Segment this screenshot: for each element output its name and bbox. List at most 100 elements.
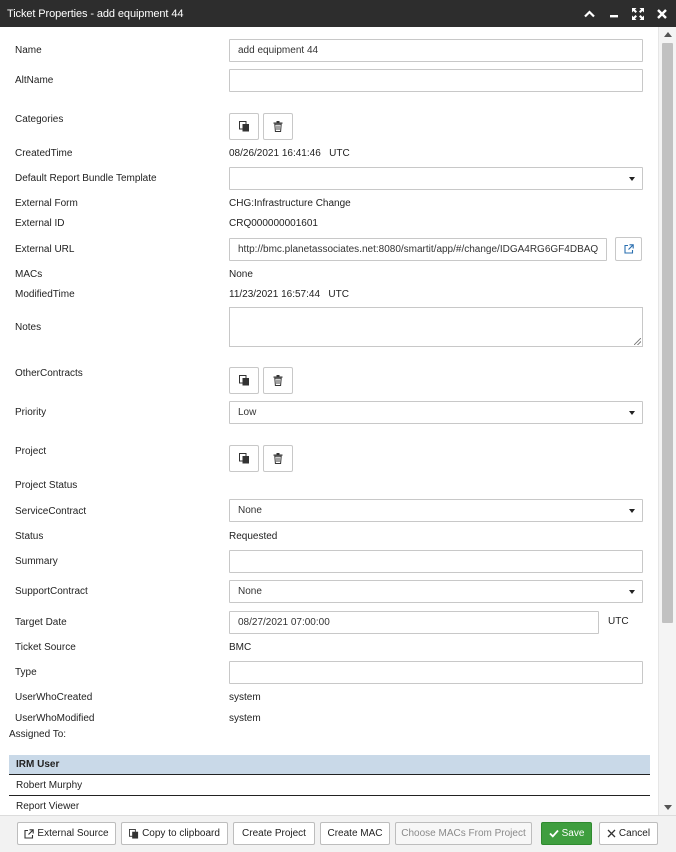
create-project-button[interactable]: Create Project xyxy=(233,822,315,845)
cancel-label: Cancel xyxy=(618,828,651,839)
cancel-button[interactable]: Cancel xyxy=(599,822,658,845)
vertical-scrollbar[interactable] xyxy=(658,27,676,815)
external-source-button[interactable]: External Source xyxy=(17,822,116,845)
service-contract-value: None xyxy=(238,505,262,516)
fullscreen-button[interactable] xyxy=(631,7,644,20)
project-delete-button[interactable] xyxy=(263,445,293,472)
copy-icon xyxy=(238,375,249,386)
close-icon xyxy=(656,8,667,19)
collapse-button[interactable] xyxy=(583,7,596,20)
create-mac-button[interactable]: Create MAC xyxy=(320,822,390,845)
resize-grip-icon[interactable] xyxy=(634,338,641,345)
title-bar: Ticket Properties - add equipment 44 xyxy=(0,0,676,27)
scroll-up-icon[interactable] xyxy=(664,32,672,37)
table-row[interactable]: Robert Murphy xyxy=(9,775,650,796)
external-form-value: CHG:Infrastructure Change xyxy=(229,198,351,209)
assigned-users-grid: IRM User Robert Murphy Report Viewer xyxy=(9,755,650,815)
external-link-icon xyxy=(623,244,634,254)
macs-label: MACs xyxy=(15,269,43,280)
external-form-label: External Form xyxy=(15,198,78,209)
target-date-label: Target Date xyxy=(15,617,67,628)
modified-time-label: ModifiedTime xyxy=(15,289,75,300)
external-id-label: External ID xyxy=(15,218,65,229)
project-status-label: Project Status xyxy=(15,480,78,491)
copy-to-clipboard-button[interactable]: Copy to clipboard xyxy=(121,822,228,845)
minimize-icon xyxy=(609,14,618,17)
other-contracts-copy-button[interactable] xyxy=(229,367,259,394)
scroll-down-icon[interactable] xyxy=(664,805,672,810)
other-contracts-label: OtherContracts xyxy=(15,368,83,379)
external-url-label: External URL xyxy=(15,244,75,255)
caret-down-icon xyxy=(629,590,635,594)
window-controls xyxy=(583,7,668,20)
service-contract-label: ServiceContract xyxy=(15,506,87,517)
status-value: Requested xyxy=(229,531,278,542)
minimize-button[interactable] xyxy=(607,7,620,20)
table-row[interactable]: Report Viewer xyxy=(9,796,650,815)
categories-label: Categories xyxy=(15,114,64,125)
categories-copy-button[interactable] xyxy=(229,113,259,140)
service-contract-select[interactable]: None xyxy=(229,499,643,522)
copy-icon xyxy=(238,121,249,132)
caret-down-icon xyxy=(629,411,635,415)
summary-label: Summary xyxy=(15,556,58,567)
support-contract-select[interactable]: None xyxy=(229,580,643,603)
notes-textarea[interactable] xyxy=(229,307,643,347)
external-source-label: External Source xyxy=(37,828,109,839)
user-who-modified-label: UserWhoModified xyxy=(15,713,95,724)
caret-down-icon xyxy=(629,509,635,513)
priority-select[interactable]: Low xyxy=(229,401,643,424)
modified-time-tz: UTC xyxy=(328,289,349,300)
default-report-bundle-select[interactable] xyxy=(229,167,643,190)
save-button[interactable]: Save xyxy=(541,822,592,845)
categories-delete-button[interactable] xyxy=(263,113,293,140)
altname-input[interactable] xyxy=(229,69,643,92)
trash-icon xyxy=(273,375,283,386)
external-url-input[interactable]: http://bmc.planetassociates.net:8080/sma… xyxy=(229,238,607,261)
ticket-source-label: Ticket Source xyxy=(15,642,76,653)
user-who-created-value: system xyxy=(229,692,261,703)
user-who-modified-value: system xyxy=(229,713,261,724)
caret-down-icon xyxy=(629,177,635,181)
macs-value: None xyxy=(229,269,253,280)
copy-icon xyxy=(238,453,249,464)
ticket-source-value: BMC xyxy=(229,642,252,653)
project-copy-button[interactable] xyxy=(229,445,259,472)
external-link-icon xyxy=(24,828,35,839)
created-time-date: 08/26/2021 16:41:46 xyxy=(229,148,321,159)
trash-icon xyxy=(273,121,283,132)
external-url-open-button[interactable] xyxy=(615,237,642,261)
type-input[interactable] xyxy=(229,661,643,684)
name-input[interactable]: add equipment 44 xyxy=(229,39,643,62)
grid-column-header[interactable]: IRM User xyxy=(9,755,650,775)
type-label: Type xyxy=(15,667,37,678)
target-date-tz: UTC xyxy=(608,616,629,627)
dialog-footer: External Source Copy to clipboard Create… xyxy=(0,815,676,852)
copy-icon xyxy=(129,828,139,839)
other-contracts-delete-button[interactable] xyxy=(263,367,293,394)
close-button[interactable] xyxy=(655,7,668,20)
target-date-input[interactable]: 08/27/2021 07:00:00 xyxy=(229,611,599,634)
properties-panel: Name add equipment 44 AltName Categories… xyxy=(0,27,658,815)
assigned-to-label: Assigned To: xyxy=(9,729,67,740)
x-icon xyxy=(607,829,616,838)
priority-label: Priority xyxy=(15,407,47,418)
save-label: Save xyxy=(561,828,585,839)
scroll-thumb[interactable] xyxy=(662,43,673,623)
fullscreen-icon xyxy=(631,7,644,20)
create-mac-label: Create MAC xyxy=(327,828,383,839)
support-contract-value: None xyxy=(238,586,262,597)
summary-input[interactable] xyxy=(229,550,643,573)
user-who-created-label: UserWhoCreated xyxy=(15,692,93,703)
check-icon xyxy=(548,829,559,838)
project-label: Project xyxy=(15,446,47,457)
window-title: Ticket Properties - add equipment 44 xyxy=(7,7,184,20)
status-label: Status xyxy=(15,531,44,542)
created-time-tz: UTC xyxy=(329,148,350,159)
altname-label: AltName xyxy=(15,75,54,86)
default-report-bundle-label: Default Report Bundle Template xyxy=(15,173,157,184)
choose-macs-button[interactable]: Choose MACs From Project xyxy=(395,822,532,845)
notes-label: Notes xyxy=(15,322,42,333)
name-label: Name xyxy=(15,45,42,56)
chevron-up-icon xyxy=(584,9,595,17)
